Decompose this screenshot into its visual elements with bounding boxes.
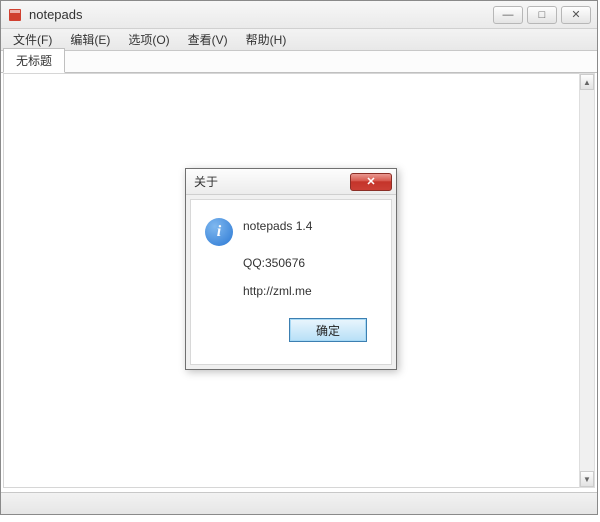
scroll-down-button[interactable]: ▼ <box>580 471 594 487</box>
maximize-button[interactable]: □ <box>527 6 557 24</box>
dialog-titlebar: 关于 ✕ <box>186 169 396 195</box>
minimize-button[interactable]: — <box>493 6 523 24</box>
window-controls: — □ ✕ <box>493 6 591 24</box>
dialog-close-button[interactable]: ✕ <box>350 173 392 191</box>
menu-help[interactable]: 帮助(H) <box>238 29 295 50</box>
dialog-app-name: notepads 1.4 <box>243 218 312 235</box>
dialog-row-app: i notepads 1.4 <box>205 218 377 246</box>
dialog-url: http://zml.me <box>205 284 377 298</box>
dialog-qq: QQ:350676 <box>205 256 377 270</box>
menu-file[interactable]: 文件(F) <box>5 29 60 50</box>
menu-view[interactable]: 查看(V) <box>180 29 236 50</box>
app-icon <box>7 7 23 23</box>
window-title: notepads <box>29 7 493 22</box>
about-dialog: 关于 ✕ i notepads 1.4 QQ:350676 http://zml… <box>185 168 397 370</box>
dialog-title: 关于 <box>194 173 350 190</box>
vertical-scrollbar[interactable]: ▲ ▼ <box>579 73 595 488</box>
scroll-up-button[interactable]: ▲ <box>580 74 594 90</box>
menu-edit[interactable]: 编辑(E) <box>62 29 118 50</box>
ok-button[interactable]: 确定 <box>289 318 367 342</box>
dialog-footer: 确定 <box>205 312 377 352</box>
main-window: notepads — □ ✕ 文件(F) 编辑(E) 选项(O) 查看(V) 帮… <box>0 0 598 515</box>
dialog-body: i notepads 1.4 QQ:350676 http://zml.me 确… <box>190 199 392 365</box>
close-button[interactable]: ✕ <box>561 6 591 24</box>
titlebar: notepads — □ ✕ <box>1 1 597 29</box>
tab-untitled[interactable]: 无标题 <box>3 48 65 73</box>
statusbar <box>1 492 597 514</box>
menu-options[interactable]: 选项(O) <box>120 29 177 50</box>
close-icon: ✕ <box>366 175 375 188</box>
menubar: 文件(F) 编辑(E) 选项(O) 查看(V) 帮助(H) <box>1 29 597 51</box>
tabstrip: 无标题 <box>1 51 597 73</box>
info-icon: i <box>205 218 233 246</box>
